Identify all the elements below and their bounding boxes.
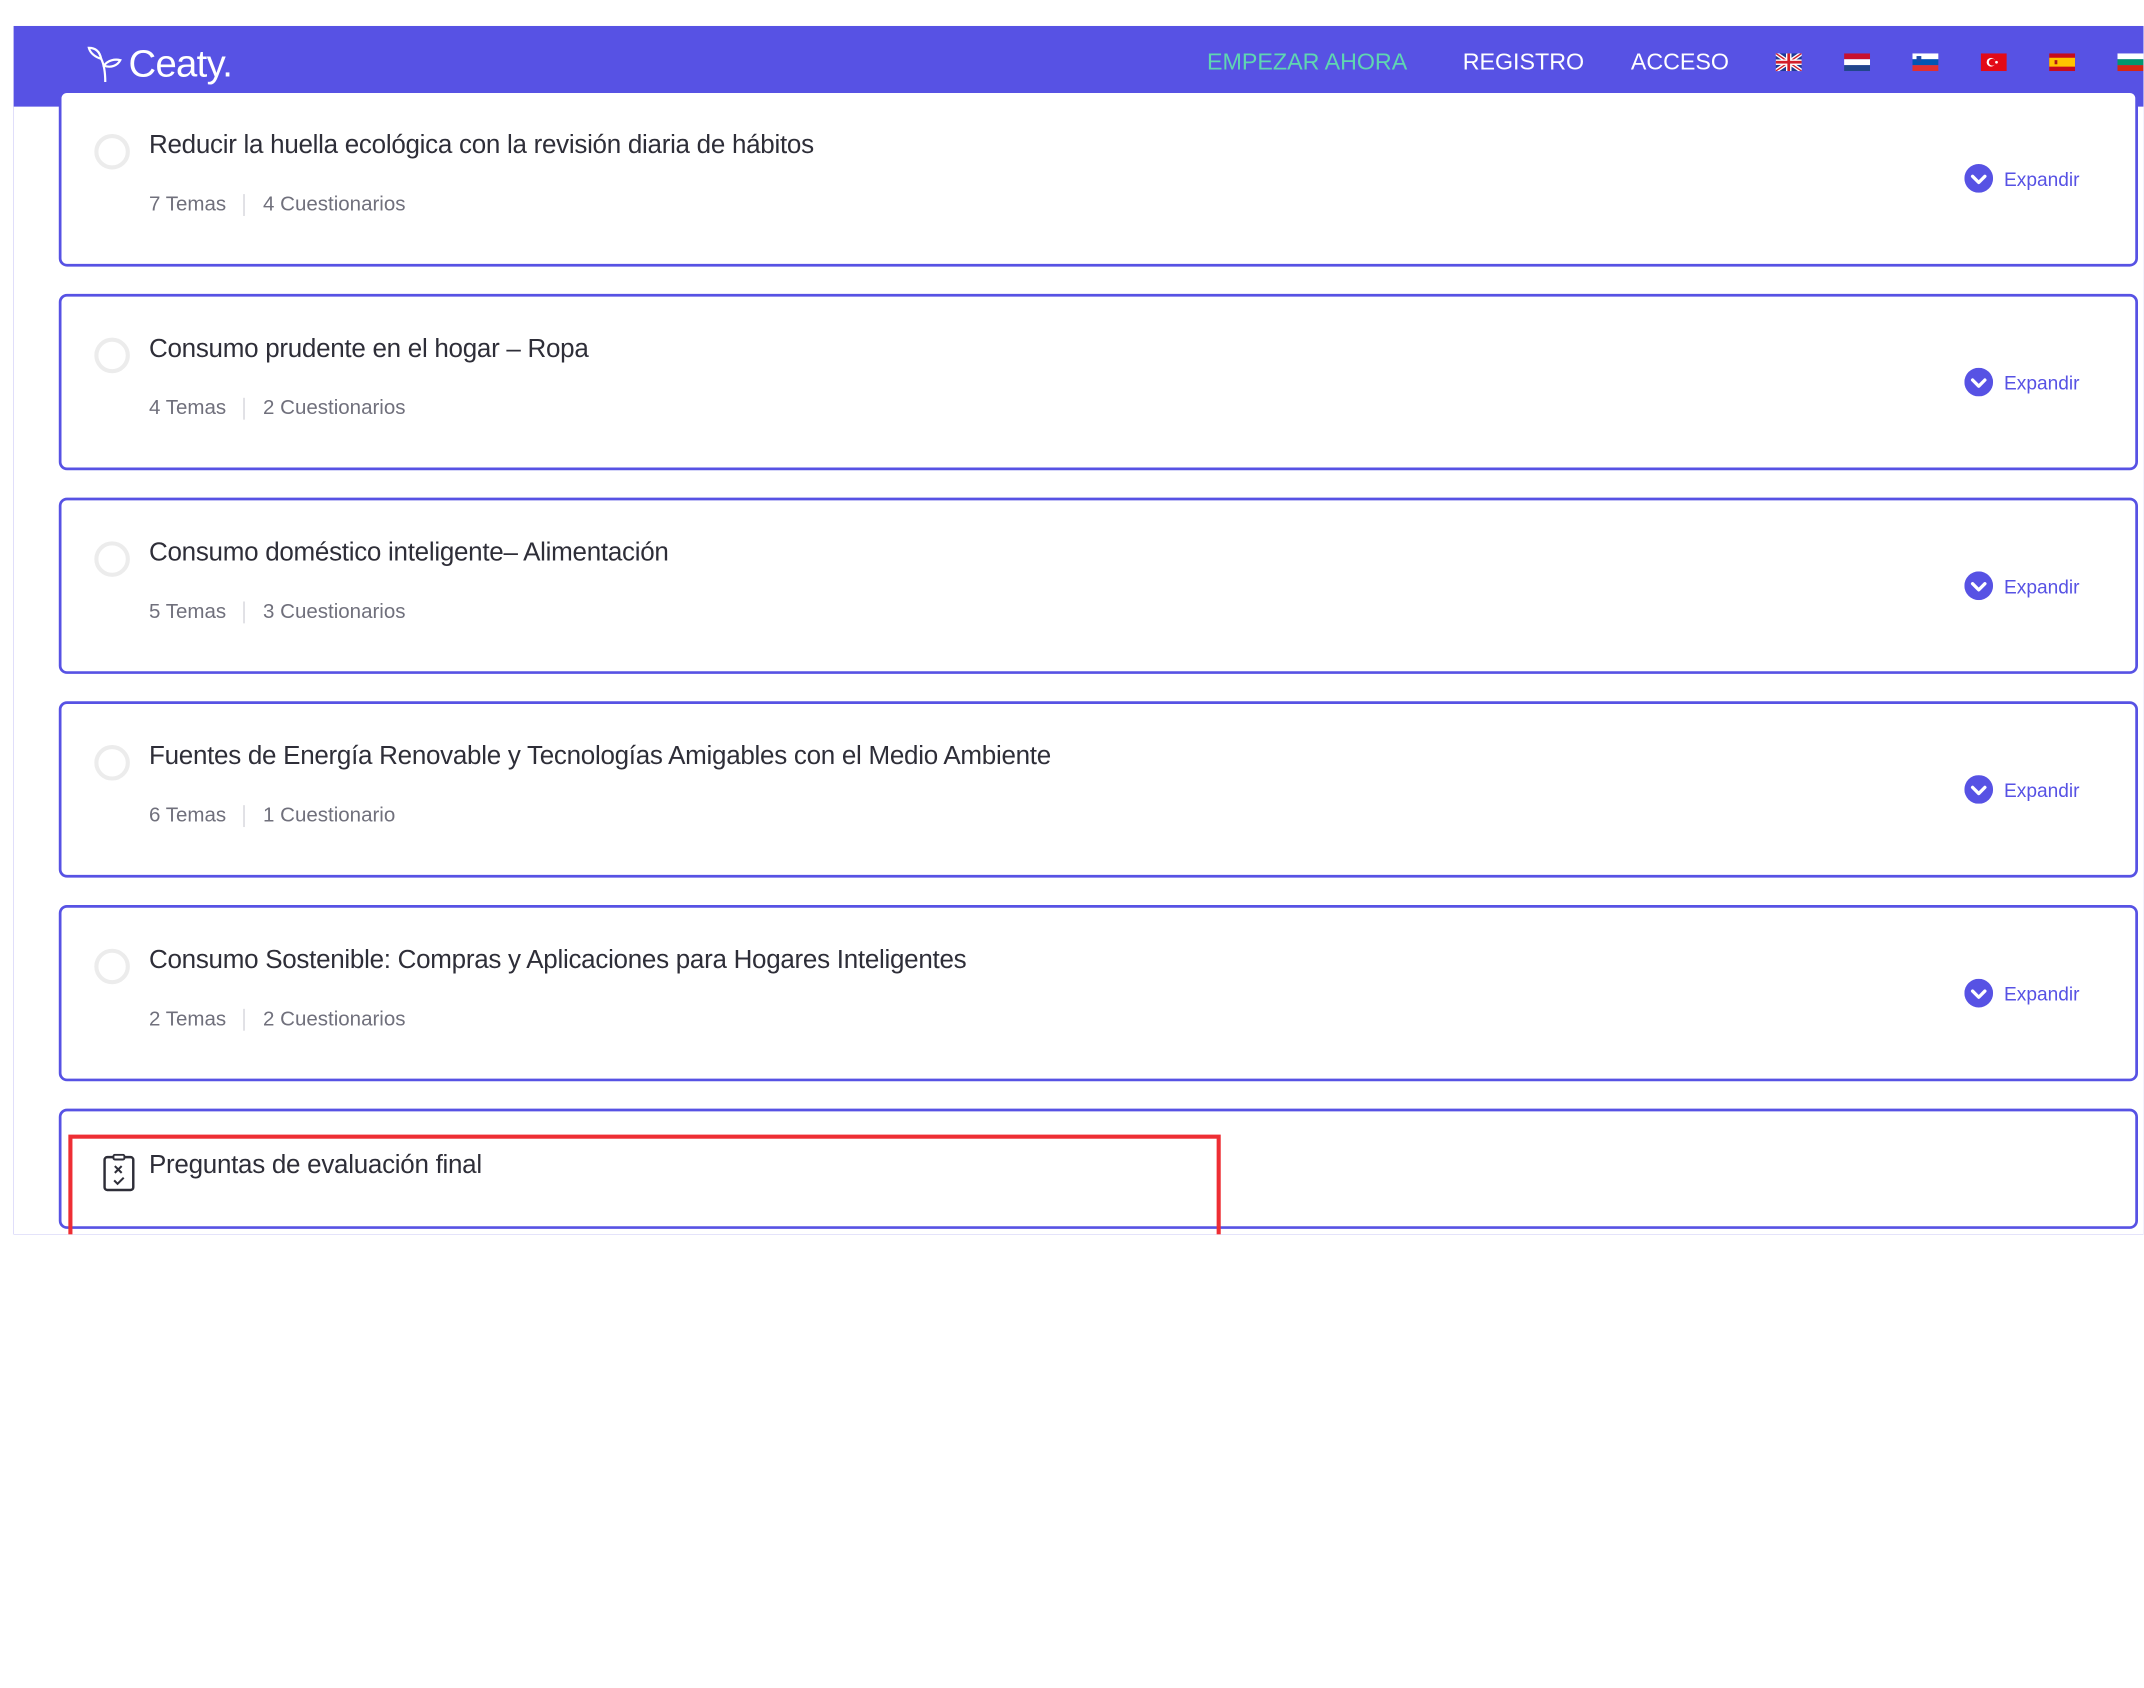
module-card: Consumo doméstico inteligente– Alimentac…	[58, 497, 2138, 674]
module-title[interactable]: Consumo Sostenible: Compras y Aplicacion…	[149, 946, 967, 976]
quiz-icon	[103, 1153, 135, 1192]
completion-circle-icon	[94, 948, 130, 985]
chevron-down-circle-icon	[1964, 164, 1994, 193]
chevron-down-circle-icon	[1964, 367, 1994, 397]
module-title[interactable]: Reducir la huella ecológica con la revis…	[149, 131, 814, 161]
quizzes-count: 2 Cuestionarios	[263, 396, 406, 420]
expand-label: Expandir	[2004, 574, 2080, 597]
meta-divider	[243, 193, 246, 216]
quizzes-count: 1 Cuestionario	[263, 803, 396, 828]
completion-circle-icon	[94, 745, 130, 781]
final-quiz-card[interactable]: Preguntas de evaluación final	[58, 1108, 2138, 1229]
topics-count: 5 Temas	[149, 600, 227, 624]
module-meta: 7 Temas 4 Cuestionarios	[149, 193, 406, 216]
chevron-down-circle-icon	[1964, 571, 1994, 601]
expand-button[interactable]: Expandir	[1964, 571, 2080, 601]
topics-count: 6 Temas	[149, 803, 227, 828]
completion-circle-icon	[94, 541, 130, 577]
topics-count: 4 Temas	[149, 396, 227, 420]
module-card: Consumo prudente en el hogar – Ropa 4 Te…	[58, 293, 2138, 471]
meta-divider	[243, 804, 246, 827]
sprout-logo-icon	[87, 46, 122, 83]
chevron-down-circle-icon	[1964, 978, 1994, 1008]
meta-divider	[243, 1008, 246, 1031]
netherlands-flag-icon[interactable]	[1844, 53, 1871, 72]
meta-divider	[243, 600, 246, 623]
nav-register: REGISTRO	[1463, 49, 1584, 76]
bulgaria-flag-icon[interactable]	[2117, 53, 2144, 72]
expand-button[interactable]: Expandir	[1964, 978, 2080, 1008]
chevron-down-circle-icon	[1964, 775, 1994, 804]
quizzes-count: 2 Cuestionarios	[263, 1007, 406, 1031]
expand-button[interactable]: Expandir	[1964, 775, 2080, 804]
meta-divider	[243, 397, 246, 419]
slovenia-flag-icon[interactable]	[1912, 53, 1939, 72]
module-title[interactable]: Fuentes de Energía Renovable y Tecnologí…	[149, 742, 1051, 772]
turkey-flag-icon[interactable]	[1980, 53, 2007, 72]
final-quiz-title: Preguntas de evaluación final	[149, 1151, 482, 1180]
site-logo[interactable]: Ceaty.	[85, 37, 233, 92]
expand-label: Expandir	[2004, 778, 2080, 801]
expand-label: Expandir	[2004, 167, 2080, 190]
login-link[interactable]: ACCESO	[1631, 49, 1729, 76]
module-meta: 5 Temas 3 Cuestionarios	[149, 600, 406, 623]
nav-start: EMPEZAR AHORA	[1207, 49, 1407, 76]
site-viewport: Ceaty. EMPEZAR AHORA REGISTRO ACCESO Red…	[13, 25, 2144, 1235]
quizzes-count: 4 Cuestionarios	[263, 192, 406, 216]
completion-circle-icon	[94, 133, 130, 170]
expand-button[interactable]: Expandir	[1964, 164, 2080, 193]
module-title[interactable]: Consumo doméstico inteligente– Alimentac…	[149, 539, 669, 569]
module-meta: 4 Temas 2 Cuestionarios	[149, 396, 406, 419]
expand-label: Expandir	[2004, 982, 2080, 1005]
quizzes-count: 3 Cuestionarios	[263, 600, 406, 624]
expand-label: Expandir	[2004, 371, 2080, 394]
spain-flag-icon[interactable]	[2049, 53, 2076, 72]
start-now-link[interactable]: EMPEZAR AHORA	[1207, 49, 1407, 76]
module-card: Reducir la huella ecológica con la revis…	[58, 90, 2138, 267]
topics-count: 2 Temas	[149, 1007, 227, 1031]
module-meta: 2 Temas 2 Cuestionarios	[149, 1007, 406, 1030]
completion-circle-icon	[94, 337, 130, 374]
module-title[interactable]: Consumo prudente en el hogar – Ropa	[149, 335, 589, 365]
course-content: Reducir la huella ecológica con la revis…	[13, 90, 2144, 1235]
module-card: Consumo Sostenible: Compras y Aplicacion…	[58, 904, 2138, 1082]
nav-login: ACCESO	[1631, 49, 1729, 76]
module-meta: 6 Temas 1 Cuestionario	[149, 804, 395, 827]
uk-flag-icon[interactable]	[1775, 53, 1802, 72]
expand-button[interactable]: Expandir	[1964, 367, 2080, 397]
register-link[interactable]: REGISTRO	[1463, 49, 1584, 76]
brand-name: Ceaty.	[128, 42, 233, 85]
topics-count: 7 Temas	[149, 192, 227, 216]
module-card: Fuentes de Energía Renovable y Tecnologí…	[58, 701, 2138, 878]
